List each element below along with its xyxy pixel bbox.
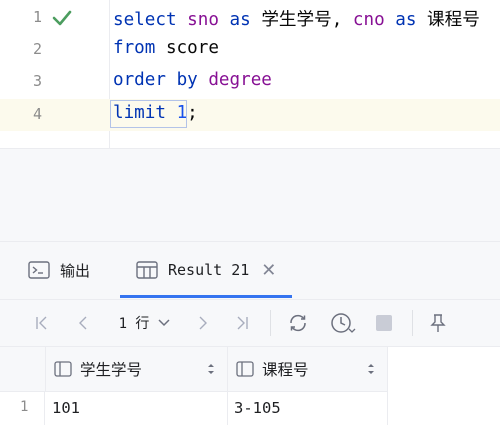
chevron-down-icon (158, 319, 170, 327)
code-line-2[interactable]: 2 from score (0, 34, 500, 66)
sort-icon[interactable] (367, 362, 375, 376)
line-number: 3 (32, 72, 42, 90)
first-page-button[interactable] (28, 300, 56, 346)
code-line-4[interactable]: 4 limit 1; (0, 99, 500, 131)
services-tool-window: 输出 Result 21 ✕ 1 行 学生学号 课程号 1 101 3-105 (0, 241, 500, 425)
statement-highlight (110, 100, 187, 128)
console-icon (28, 261, 50, 279)
table-cell[interactable]: 3-105 (228, 391, 388, 425)
code-line-3[interactable]: 3 order by degree (0, 66, 500, 98)
table-icon (136, 261, 158, 279)
column-header[interactable]: 课程号 (228, 347, 388, 391)
refresh-icon (290, 314, 306, 332)
code-text: order by degree (113, 70, 272, 90)
sort-icon[interactable] (207, 362, 215, 376)
pin-icon (430, 314, 446, 332)
refresh-button[interactable] (284, 300, 312, 346)
column-icon (54, 361, 72, 377)
tab-bar: 输出 Result 21 ✕ (0, 242, 500, 298)
column-icon (236, 361, 254, 377)
stop-icon (376, 315, 392, 331)
table-cell[interactable]: 101 (46, 391, 228, 425)
clock-icon (331, 313, 356, 333)
previous-page-button[interactable] (70, 300, 98, 346)
column-header-label: 课程号 (262, 361, 309, 379)
column-header[interactable]: 学生学号 (46, 347, 228, 391)
grid-header: 学生学号 课程号 (0, 347, 388, 392)
tab-label: Result 21 (168, 261, 250, 279)
code-line-1[interactable]: 1 select sno as 学生学号, cno as 课程号 (0, 2, 500, 34)
close-icon[interactable]: ✕ (261, 260, 276, 281)
tab-label: 输出 (60, 261, 91, 280)
tab-result[interactable]: Result 21 ✕ (120, 242, 293, 298)
line-number: 2 (32, 40, 42, 58)
chevron-left-icon (79, 316, 87, 330)
page-size-label: 1 行 (118, 316, 150, 332)
next-page-button[interactable] (188, 300, 216, 346)
page-size-dropdown[interactable]: 1 行 (110, 300, 180, 346)
result-grid: 学生学号 课程号 1 101 3-105 (0, 346, 500, 425)
toolbar-separator (412, 310, 413, 336)
last-page-icon (237, 316, 248, 330)
chevron-right-icon (199, 316, 207, 330)
row-number-header (0, 347, 46, 391)
editor-empty-area (0, 149, 500, 241)
row-number: 1 (0, 391, 45, 425)
last-page-button[interactable] (228, 300, 256, 346)
result-toolbar: 1 行 (0, 299, 500, 346)
stop-button[interactable] (370, 300, 398, 346)
check-icon (52, 10, 72, 26)
toolbar-separator (270, 310, 271, 336)
first-page-icon (36, 316, 47, 330)
line-number: 1 (32, 8, 42, 26)
sql-editor[interactable]: 1 select sno as 学生学号, cno as 课程号 2 from … (0, 0, 500, 149)
history-button[interactable] (328, 300, 358, 346)
code-text: from score (113, 38, 219, 58)
column-header-label: 学生学号 (80, 361, 143, 379)
line-number: 4 (32, 105, 42, 123)
tab-output[interactable]: 输出 (28, 242, 90, 298)
code-text: select sno as 学生学号, cno as 课程号 (113, 10, 480, 30)
pin-tab-button[interactable] (424, 300, 452, 346)
